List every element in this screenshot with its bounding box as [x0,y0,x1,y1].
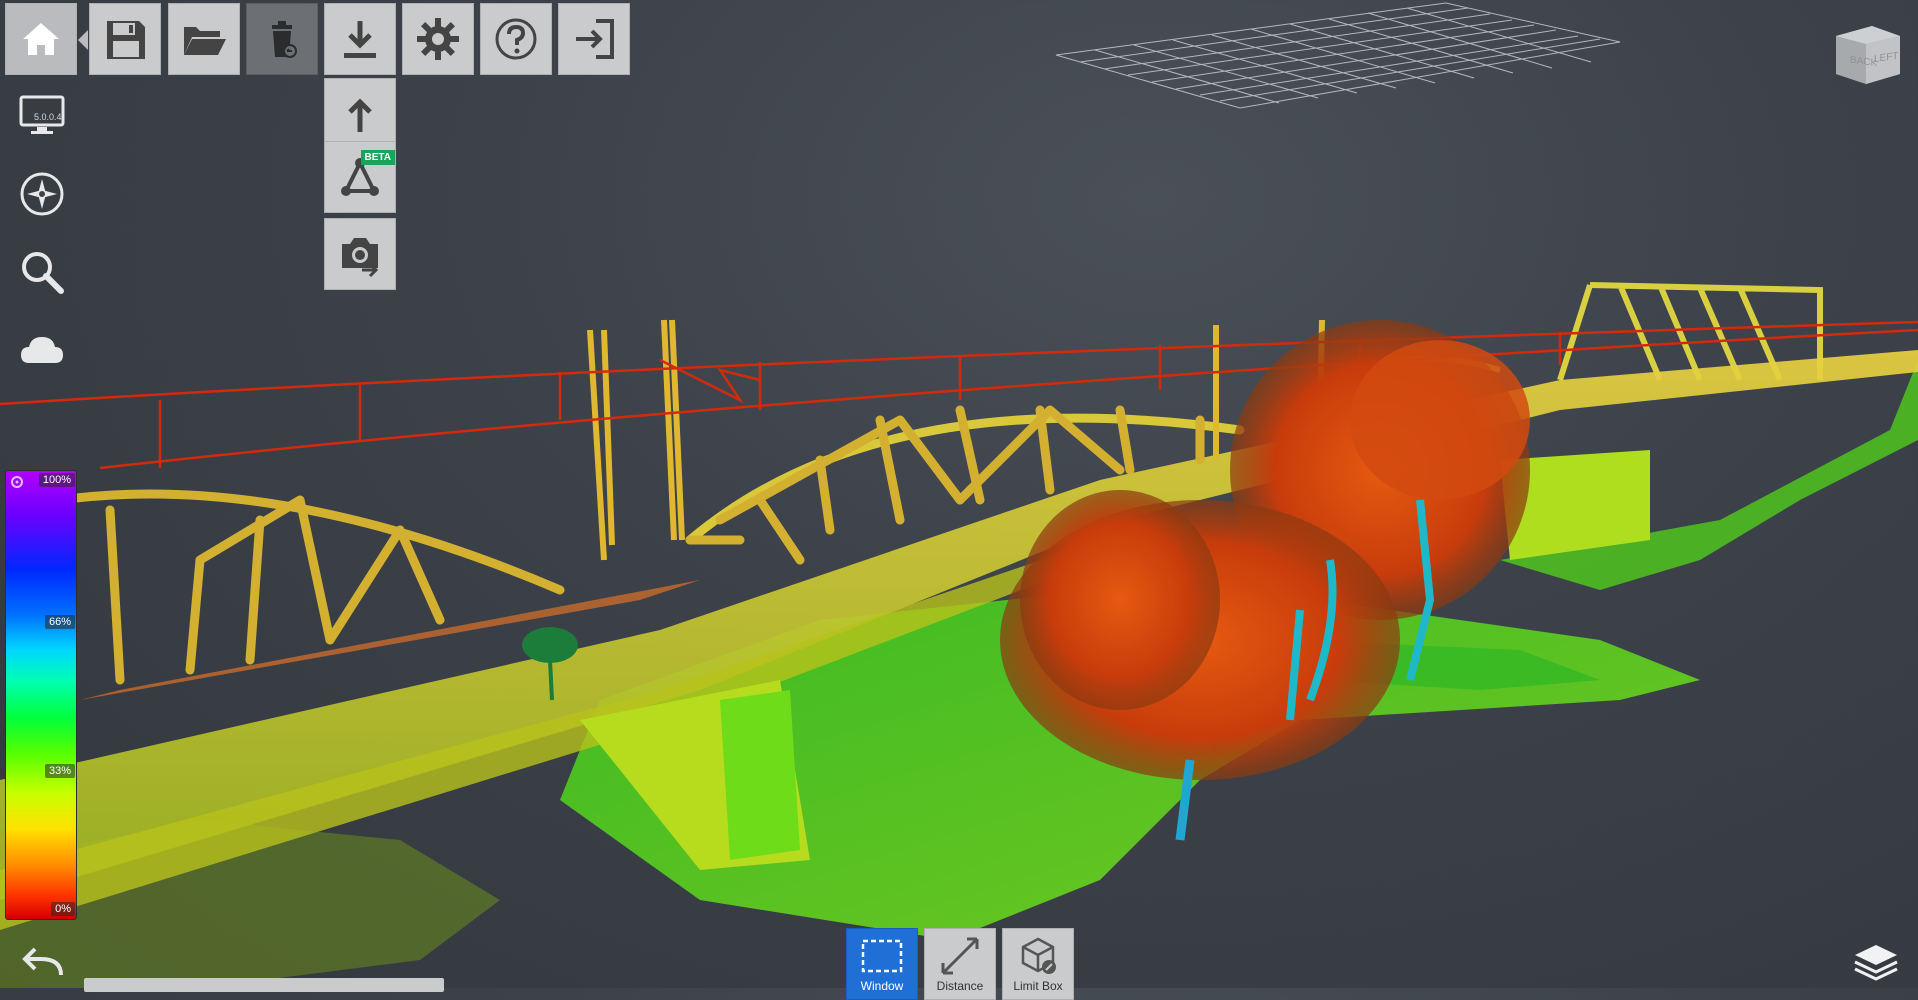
undo-button[interactable] [14,936,70,992]
scale-label-66: 66% [44,615,75,629]
distance-label: Distance [936,979,984,993]
distance-icon [941,937,979,975]
ground-grid [1055,2,1621,109]
scale-label-33: 33% [44,764,75,778]
download-icon [344,21,376,58]
mesh-button[interactable]: BETA [324,141,396,213]
delete-button[interactable] [246,3,318,75]
exit-button[interactable] [558,3,630,75]
save-icon [107,21,145,59]
compass-icon [20,172,64,216]
settings-button[interactable] [402,3,474,75]
limit-box-icon [1021,937,1056,974]
undo-arrow-icon [22,947,63,976]
import-button[interactable] [324,3,396,75]
exit-icon [576,19,614,59]
color-scale-bar [5,470,77,920]
window-select-button[interactable]: Window [846,928,918,1000]
window-select-icon [861,939,903,973]
beta-badge: BETA [360,150,395,165]
trash-icon [272,21,297,58]
scale-label-0: 0% [51,902,75,916]
home-notch [78,30,88,50]
cloud-button[interactable] [14,322,70,378]
home-button[interactable] [5,3,77,75]
search-icon [22,252,64,294]
open-button[interactable] [168,3,240,75]
cloud-icon [21,337,63,363]
window-label: Window [860,979,904,993]
point-cloud-viewport[interactable] [0,0,1918,988]
navigation-button[interactable] [14,166,70,222]
layers-icon [1854,945,1898,981]
color-scale[interactable]: 100% 66% 33% 0% [5,470,77,920]
version-label: 5.0.0.4 [34,112,62,122]
navigation-cube[interactable]: BACK LEFT [1832,22,1904,88]
distance-button[interactable]: Distance [924,928,996,1000]
save-button[interactable] [89,3,161,75]
upload-icon [348,98,372,132]
scale-settings-icon[interactable] [9,474,25,490]
snapshot-button[interactable] [324,218,396,290]
search-button[interactable] [14,244,70,300]
camera-export-icon [342,238,379,278]
limit-box-button[interactable]: Limit Box [1002,928,1074,1000]
export-button[interactable] [324,78,396,150]
layers-button[interactable] [1848,932,1904,988]
scale-label-100: 100% [38,473,75,487]
home-icon [23,23,59,55]
folder-open-icon [184,27,226,55]
status-strip [84,978,444,992]
gear-icon [417,18,459,60]
help-icon [495,18,537,60]
help-button[interactable] [480,3,552,75]
limit-box-label: Limit Box [1013,979,1063,993]
